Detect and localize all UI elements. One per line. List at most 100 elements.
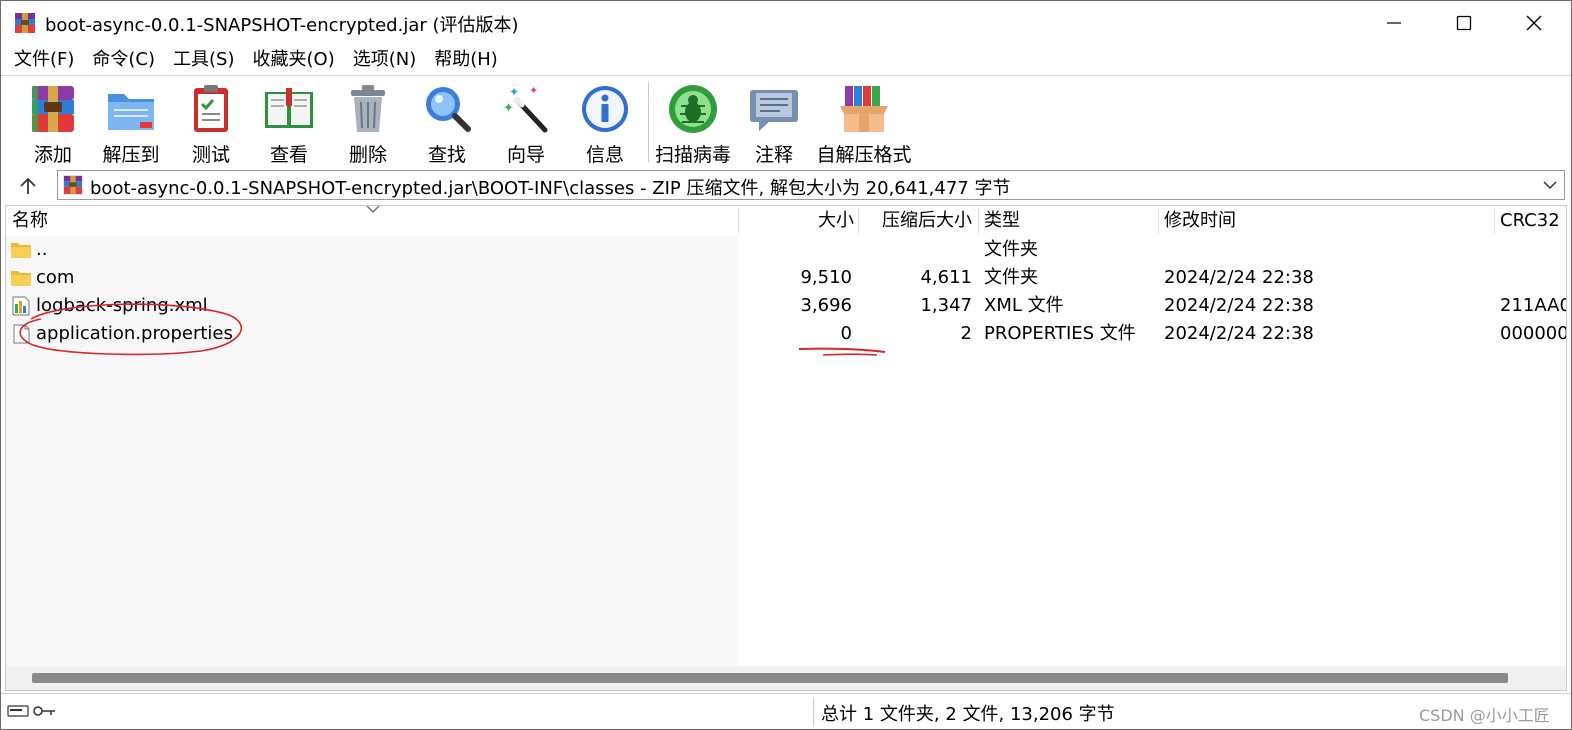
trash-icon [351,85,385,132]
find-label: 查找 [427,144,466,166]
column-header-packed[interactable]: 压缩后大小 [858,206,972,236]
toolbar: 添加 解压到 测试 查看 删除 查找 ✦ ✦ ✦ 向导 信息 扫描病毒 注释 自… [1,75,1571,167]
file-packed-size: 4,611 [920,267,972,288]
file-type: XML 文件 [984,295,1064,316]
view-label: 查看 [269,144,308,166]
test-button[interactable]: 测试 [171,82,251,166]
extract-to-button[interactable]: 解压到 [91,82,171,166]
file-name: com [36,267,75,288]
file-type: 文件夹 [984,267,1038,288]
wizard-button[interactable]: ✦ ✦ ✦ 向导 [486,82,566,166]
column-header-row: 名称 大小 压缩后大小 类型 修改时间 CRC32 [6,206,1566,236]
arrow-up-icon [20,177,36,194]
find-button[interactable]: 查找 [407,82,487,166]
file-size [738,236,852,264]
maximize-icon [1456,15,1472,31]
info-label: 信息 [585,144,624,166]
status-summary: 总计 1 文件夹, 2 文件, 13,206 字节 [821,704,1115,725]
extract-folder-icon [108,94,154,130]
file-modified: 2024/2/24 22:38 [1164,323,1314,344]
menu-help[interactable]: 帮助(H) [425,45,507,75]
file-modified: 2024/2/24 22:38 [1164,295,1314,316]
file-modified: 2024/2/24 22:38 [1164,267,1314,288]
svg-text:✦: ✦ [509,85,519,99]
table-row[interactable]: com 9,510 4,611 文件夹 2024/2/24 22:38 [6,264,1566,292]
column-header-name[interactable]: 名称 [12,206,48,236]
svg-text:✦: ✦ [529,84,538,97]
folder-icon [11,271,31,286]
add-button[interactable]: 添加 [13,82,93,166]
info-icon [582,86,628,132]
test-clipboard-icon [194,85,228,132]
file-packed-size [858,236,972,264]
menu-file[interactable]: 文件(F) [5,45,83,75]
column-divider[interactable] [1158,208,1159,234]
close-icon [1526,15,1542,31]
file-list[interactable]: 名称 大小 压缩后大小 类型 修改时间 CRC32 .. 文件夹 com 9,5… [5,205,1567,691]
file-packed-size: 1,347 [920,295,972,316]
column-divider[interactable] [1494,208,1495,234]
drive-key-icon [7,705,55,717]
column-header-size[interactable]: 大小 [738,206,854,236]
wizard-wand-icon: ✦ ✦ ✦ [503,84,548,133]
scan-virus-button[interactable]: 扫描病毒 [653,82,733,166]
up-level-button[interactable] [11,173,45,199]
menu-favorites[interactable]: 收藏夹(O) [244,45,344,75]
address-field[interactable]: boot-async-0.0.1-SNAPSHOT-encrypted.jar\… [57,170,1565,200]
maximize-button[interactable] [1429,1,1499,45]
menu-options[interactable]: 选项(N) [344,45,426,75]
address-row: boot-async-0.0.1-SNAPSHOT-encrypted.jar\… [1,167,1571,203]
horizontal-scrollbar[interactable] [6,666,1566,690]
view-book-icon [265,88,313,128]
test-label: 测试 [191,144,230,166]
title-bar[interactable]: boot-async-0.0.1-SNAPSHOT-encrypted.jar … [1,1,1571,45]
winrar-archive-icon [15,13,35,33]
sfx-label: 自解压格式 [816,144,912,166]
sort-descending-icon [366,206,380,213]
file-name: .. [36,239,48,260]
column-header-modified[interactable]: 修改时间 [1164,206,1236,236]
file-type: 文件夹 [984,239,1038,260]
file-crc: 000000 [1500,323,1567,344]
comment-button[interactable]: 注释 [734,82,814,166]
scrollbar-thumb[interactable] [32,673,1508,683]
window-title: boot-async-0.0.1-SNAPSHOT-encrypted.jar … [45,15,519,36]
file-crc: 211AA0 [1500,295,1567,316]
table-row[interactable]: logback-spring.xml 3,696 1,347 XML 文件 20… [6,292,1567,320]
svg-text:✦: ✦ [503,101,514,116]
xml-file-icon [12,296,30,316]
comment-icon [750,90,798,131]
file-size: 0 [840,323,852,344]
watermark: CSDN @小小工匠 [1419,706,1550,725]
toolbar-separator [648,82,649,162]
column-divider[interactable] [978,208,979,234]
sfx-button[interactable]: 自解压格式 [816,82,912,166]
scan-virus-label: 扫描病毒 [654,144,731,166]
blank-file-icon [13,324,30,344]
magnifier-icon [426,87,471,132]
table-row[interactable]: application.properties 0 2 PROPERTIES 文件… [6,320,1567,348]
file-size: 3,696 [800,295,852,316]
info-button[interactable]: 信息 [565,82,645,166]
file-size: 9,510 [800,267,852,288]
winrar-archive-icon [63,175,83,195]
minimize-button[interactable] [1359,1,1429,45]
menu-bar: 文件(F) 命令(C) 工具(S) 收藏夹(O) 选项(N) 帮助(H) [1,45,1571,75]
delete-label: 删除 [348,144,387,166]
virus-scan-icon [669,85,717,133]
menu-tools[interactable]: 工具(S) [164,45,243,75]
column-header-crc[interactable]: CRC32 [1500,206,1560,236]
file-name: logback-spring.xml [36,295,208,316]
status-bar: 总计 1 文件夹, 2 文件, 13,206 字节 CSDN @小小工匠 [1,693,1571,729]
menu-commands[interactable]: 命令(C) [83,45,164,75]
chevron-down-icon[interactable] [1542,177,1558,193]
file-name: application.properties [36,323,233,344]
close-button[interactable] [1499,1,1569,45]
sfx-box-icon [840,86,888,132]
delete-button[interactable]: 删除 [328,82,408,166]
table-row[interactable]: .. 文件夹 [6,236,1566,264]
file-packed-size: 2 [960,323,972,344]
view-button[interactable]: 查看 [249,82,329,166]
column-header-type[interactable]: 类型 [984,206,1020,236]
folder-icon [11,243,31,258]
